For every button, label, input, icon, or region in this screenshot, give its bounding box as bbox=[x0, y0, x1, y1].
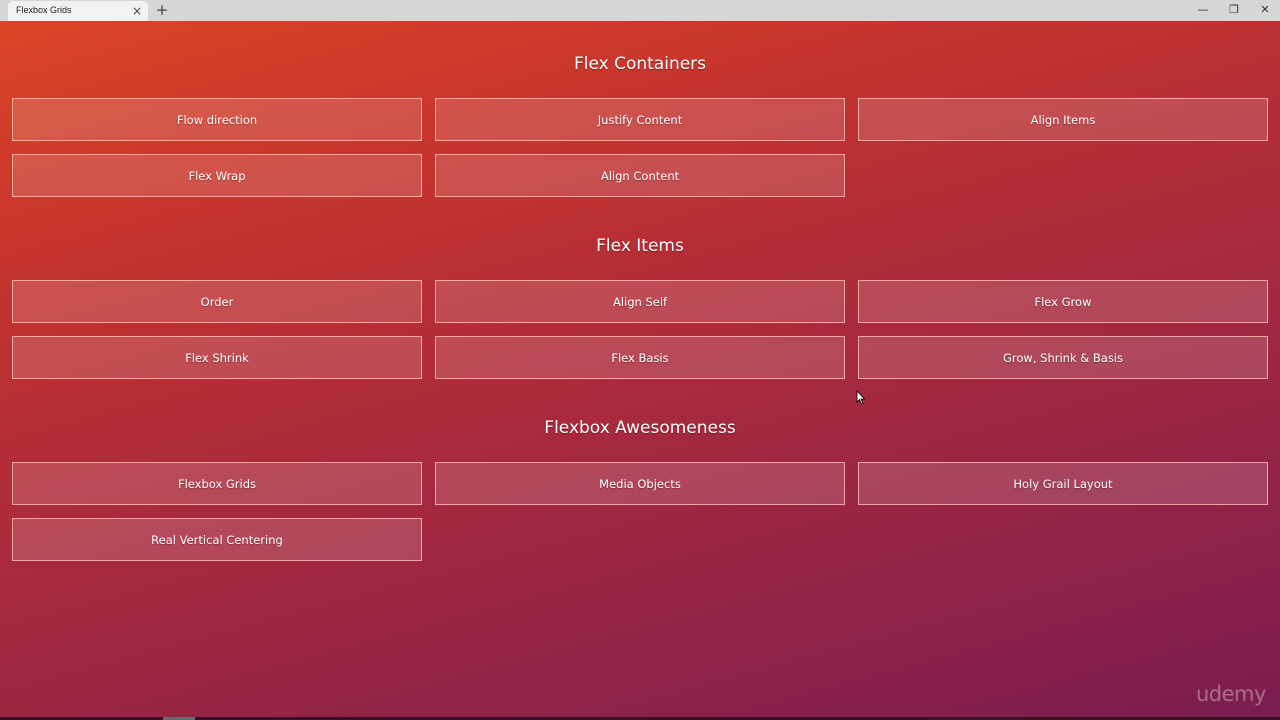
align-items-button[interactable]: Align Items bbox=[858, 98, 1268, 141]
grow-shrink-basis-button[interactable]: Grow, Shrink & Basis bbox=[858, 336, 1268, 379]
holy-grail-layout-button[interactable]: Holy Grail Layout bbox=[858, 462, 1268, 505]
udemy-watermark: udemy bbox=[1196, 682, 1266, 706]
flexbox-grids-button[interactable]: Flexbox Grids bbox=[12, 462, 422, 505]
section-title-flex-containers: Flex Containers bbox=[573, 54, 707, 74]
media-objects-button[interactable]: Media Objects bbox=[435, 462, 845, 505]
tab-close-icon[interactable]: × bbox=[130, 2, 144, 20]
section-title-flex-items: Flex Items bbox=[596, 236, 684, 256]
real-vertical-centering-button[interactable]: Real Vertical Centering bbox=[12, 518, 422, 561]
flex-wrap-button[interactable]: Flex Wrap bbox=[12, 154, 422, 197]
align-self-button[interactable]: Align Self bbox=[435, 280, 845, 323]
tab-title: Flexbox Grids bbox=[16, 5, 72, 15]
flex-basis-button[interactable]: Flex Basis bbox=[435, 336, 845, 379]
flex-grow-button[interactable]: Flex Grow bbox=[858, 280, 1268, 323]
browser-titlebar: Flexbox Grids × + — ❐ ✕ bbox=[0, 0, 1280, 21]
flow-direction-button[interactable]: Flow direction bbox=[12, 98, 422, 141]
order-button[interactable]: Order bbox=[12, 280, 422, 323]
align-content-button[interactable]: Align Content bbox=[435, 154, 845, 197]
flex-shrink-button[interactable]: Flex Shrink bbox=[12, 336, 422, 379]
section-title-flexbox-awesomeness: Flexbox Awesomeness bbox=[544, 418, 736, 438]
minimize-icon[interactable]: — bbox=[1188, 0, 1218, 21]
page-content: Flex Containers Flow direction Justify C… bbox=[0, 21, 1280, 717]
justify-content-button[interactable]: Justify Content bbox=[435, 98, 845, 141]
browser-tab[interactable]: Flexbox Grids × bbox=[8, 1, 148, 21]
maximize-icon[interactable]: ❐ bbox=[1219, 0, 1249, 21]
new-tab-icon[interactable]: + bbox=[154, 1, 170, 19]
window-close-icon[interactable]: ✕ bbox=[1250, 0, 1280, 21]
